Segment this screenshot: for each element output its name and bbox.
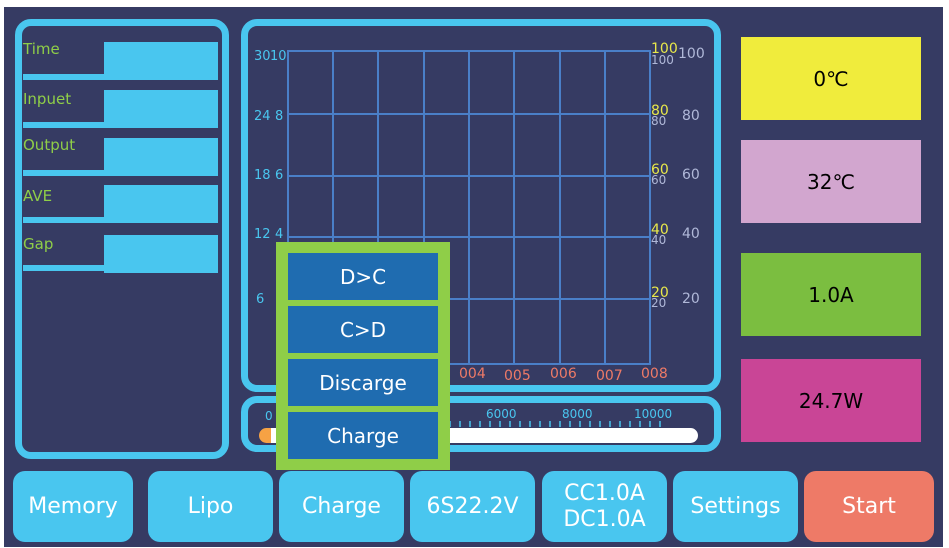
x-tick-label: 004 xyxy=(459,366,486,382)
right-axis-white: 100 80 60 40 20 xyxy=(678,46,705,307)
temp1-box: 0℃ xyxy=(741,37,921,120)
right-sub-label: 40 xyxy=(651,233,666,247)
power-box: 24.7W xyxy=(741,359,921,442)
lipo-button-label: Lipo xyxy=(187,494,234,519)
menu-item-charge[interactable]: Charge xyxy=(288,412,438,459)
left-outer-label: 6 xyxy=(256,292,264,307)
x-tick-label: 007 xyxy=(596,368,623,384)
x-tick-label: 006 xyxy=(550,366,577,382)
voltage-button-label: 6S22.2V xyxy=(426,494,519,519)
right-sub-label: 20 xyxy=(651,296,666,310)
start-button-label: Start xyxy=(842,494,896,519)
right-white-label: 20 xyxy=(682,291,700,307)
dc-label: DC1.0A xyxy=(563,506,646,532)
charger-screen: Time Inpuet Output AVE Gap 30 24 18 12 6… xyxy=(4,7,943,547)
memory-button[interactable]: Memory xyxy=(13,471,133,542)
menu-item-d-to-c[interactable]: D>C xyxy=(288,253,438,300)
right-white-label: 80 xyxy=(682,108,700,124)
cc-label: CC1.0A xyxy=(564,480,645,506)
current-box: 1.0A xyxy=(741,253,921,336)
memory-button-label: Memory xyxy=(28,494,118,519)
menu-item-c-to-d[interactable]: C>D xyxy=(288,306,438,353)
right-sub-label: 80 xyxy=(651,114,666,128)
left-inner-label: 10 xyxy=(270,49,287,64)
slider-handle[interactable] xyxy=(259,428,271,443)
current-value: 1.0A xyxy=(808,282,854,307)
lipo-button[interactable]: Lipo xyxy=(148,471,273,542)
left-outer-label: 12 xyxy=(254,227,271,242)
temp2-box: 32℃ xyxy=(741,140,921,223)
voltage-button[interactable]: 6S22.2V xyxy=(410,471,535,542)
right-axis-sub: 100 80 60 40 20 xyxy=(651,53,674,310)
right-sub-label: 100 xyxy=(651,53,674,67)
right-white-label: 60 xyxy=(682,167,700,183)
right-axis-yellow: 100 80 60 40 20 xyxy=(651,41,678,301)
temp2-value: 32℃ xyxy=(807,169,855,194)
menu-item-discharge[interactable]: Discarge xyxy=(288,359,438,406)
left-inner-label: 4 xyxy=(275,227,283,242)
left-inner-label: 6 xyxy=(275,168,283,183)
left-outer-label: 24 xyxy=(254,109,271,124)
left-inner-label: 8 xyxy=(275,109,283,124)
settings-button[interactable]: Settings xyxy=(673,471,798,542)
right-sub-label: 60 xyxy=(651,173,666,187)
temp1-value: 0℃ xyxy=(813,66,849,91)
right-white-label: 100 xyxy=(678,46,705,62)
power-value: 24.7W xyxy=(798,388,864,413)
current-setting-button[interactable]: CC1.0A DC1.0A xyxy=(542,471,667,542)
x-tick-label: 008 xyxy=(641,366,668,382)
settings-button-label: Settings xyxy=(690,494,781,519)
start-button[interactable]: Start xyxy=(804,471,934,542)
left-outer-label: 30 xyxy=(254,49,271,64)
charge-button[interactable]: Charge xyxy=(279,471,404,542)
charge-button-label: Charge xyxy=(302,494,381,519)
right-white-label: 40 xyxy=(682,226,700,242)
mode-menu: D>C C>D Discarge Charge xyxy=(276,242,450,470)
left-outer-label: 18 xyxy=(254,168,271,183)
x-tick-label: 005 xyxy=(504,368,531,384)
x-axis-labels: 004 005 006 007 008 xyxy=(459,366,668,384)
